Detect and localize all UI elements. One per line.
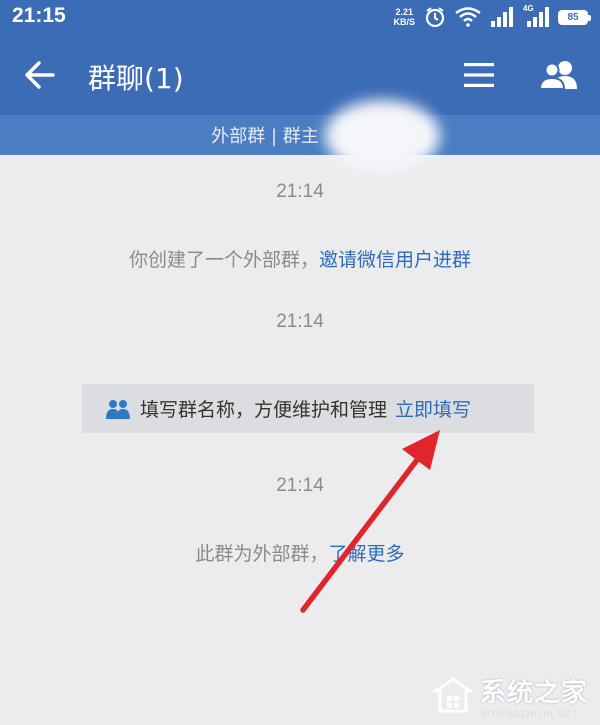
message-timestamp: 21:14 [276, 311, 324, 332]
site-watermark: 系统之家 XITONGZHIJIA.NET [432, 672, 588, 719]
fill-group-name-tip: 填写群名称，方便维护和管理 立即填写 [82, 384, 534, 433]
battery-icon: 85 [558, 9, 591, 25]
learn-more-link[interactable]: 了解更多 [329, 543, 405, 565]
status-time: 21:15 [12, 4, 66, 27]
group-people-icon [106, 398, 130, 420]
net-speed-unit: KB/S [393, 17, 415, 27]
fill-now-link[interactable]: 立即填写 [395, 395, 471, 422]
status-bar: 21:15 2.21 KB/S 4G 85 [0, 0, 600, 35]
message-timestamp: 21:14 [276, 475, 324, 496]
external-text: 此群为外部群， [195, 543, 329, 565]
group-members-button[interactable] [536, 53, 582, 97]
created-text: 你创建了一个外部群， [128, 249, 319, 271]
status-indicators: 2.21 KB/S 4G 85 [393, 4, 591, 29]
group-members-icon [539, 61, 577, 90]
invite-wechat-users-link[interactable]: 邀请微信用户进群 [319, 249, 471, 271]
menu-button[interactable] [458, 55, 500, 95]
system-message-created: 你创建了一个外部群，邀请微信用户进群 [0, 245, 600, 272]
net-speed: 2.21 KB/S [393, 7, 415, 27]
back-arrow-icon [25, 61, 55, 89]
watermark-main: 系统之家 [479, 678, 588, 708]
group-info-bar[interactable]: 外部群 | 群主 [0, 115, 600, 155]
system-message-external: 此群为外部群，了解更多 [0, 539, 600, 566]
chat-title: 群聊(1) [88, 62, 184, 95]
watermark-sub: XITONGZHIJIA.NET [479, 709, 579, 719]
group-info-text: 外部群 | 群主 [211, 126, 319, 147]
wifi-icon [455, 7, 481, 27]
back-button[interactable] [20, 55, 60, 95]
signal-icon [491, 7, 513, 27]
net-speed-value: 2.21 [395, 7, 413, 17]
tip-text: 填写群名称，方便维护和管理 [140, 399, 388, 421]
title-bar: 群聊(1) [0, 35, 600, 115]
battery-level: 85 [567, 11, 579, 23]
message-timestamp: 21:14 [276, 181, 324, 202]
alarm-icon [425, 7, 445, 28]
owner-name-redacted [325, 100, 440, 172]
menu-icon [464, 63, 494, 87]
signal-4g-icon: 4G [523, 4, 549, 27]
watermark-logo-icon [432, 675, 474, 717]
